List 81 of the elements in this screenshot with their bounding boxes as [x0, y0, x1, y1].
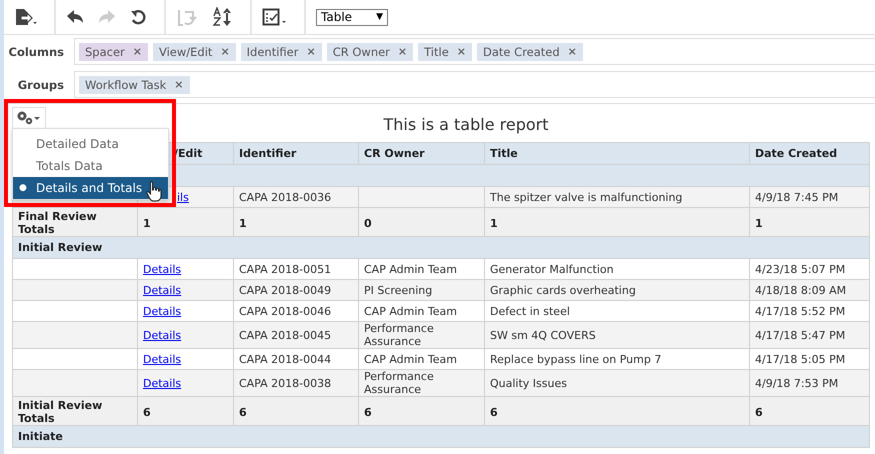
table-cell: Graphic cards overheating: [484, 280, 750, 300]
table-cell: Performance Assurance: [358, 322, 484, 348]
table-cell: Defect in steel: [484, 300, 750, 322]
remove-icon[interactable]: ×: [456, 45, 466, 58]
total-cell: 1: [750, 208, 870, 236]
total-cell: 6: [138, 396, 234, 426]
menu-item[interactable]: ● Details and Totals: [13, 177, 168, 199]
details-link[interactable]: ils: [177, 190, 189, 204]
table-cell: CAPA 2018-0046: [234, 300, 358, 322]
totals-label: Final Review Totals: [12, 208, 138, 236]
table-cell: SW sm 4Q COVERS: [484, 322, 750, 348]
table-cell: 4/9/18 7:53 PM: [750, 370, 870, 396]
reset-icon[interactable]: [130, 8, 148, 26]
total-cell: 6: [750, 396, 870, 426]
table-cell: Quality Issues: [484, 370, 750, 396]
details-link[interactable]: Details: [143, 284, 182, 296]
table-cell: PI Screening: [358, 280, 484, 300]
chip[interactable]: Date Created ×: [477, 42, 583, 60]
details-link[interactable]: Details: [143, 262, 182, 276]
chip-field[interactable]: Spacer × View/Edit × Identifier × CR Owner × Title × Date Created ×: [74, 38, 875, 65]
undo-icon[interactable]: [66, 9, 84, 25]
totals-label: Initial Review Totals: [12, 396, 138, 426]
table-cell: Replace bypass line on Pump 7: [484, 348, 750, 370]
table-cell: 4/23/18 5:07 PM: [750, 258, 870, 280]
table-cell: CAPA 2018-0045: [234, 322, 358, 348]
table-cell: Performance Assurance: [358, 370, 484, 396]
table-cell: The spitzer valve is malfunctioning: [484, 186, 750, 208]
chip[interactable]: Title ×: [418, 42, 472, 60]
table-cell: 4/18/18 8:09 AM: [750, 280, 870, 300]
table-cell: CAP Admin Team: [358, 300, 484, 322]
bar-label: Groups: [16, 78, 65, 92]
total-cell: 1: [234, 208, 358, 236]
remove-icon[interactable]: ×: [220, 45, 230, 58]
group-row: Initial Review: [12, 236, 870, 258]
gear-icon: [16, 110, 42, 126]
total-cell: 6: [234, 396, 358, 426]
table-cell: CAPA 2018-0036: [234, 186, 358, 208]
total-cell: 6: [484, 396, 750, 426]
chip[interactable]: CR Owner ×: [326, 42, 414, 60]
remove-icon[interactable]: ×: [306, 45, 316, 58]
total-cell: 1: [484, 208, 750, 236]
details-link[interactable]: Details: [143, 304, 182, 318]
checklist-icon[interactable]: [262, 8, 288, 26]
table-cell: 4/17/18 5:47 PM: [750, 322, 870, 348]
remove-icon[interactable]: ×: [174, 78, 184, 91]
table-cell: CAPA 2018-0044: [234, 348, 358, 370]
details-link[interactable]: Details: [143, 328, 182, 342]
settings-button[interactable]: [12, 107, 46, 128]
chip-field[interactable]: Workflow Task ×: [74, 71, 875, 98]
table-cell: 4/9/18 7:45 PM: [750, 186, 870, 208]
bar-label: Columns: [8, 44, 65, 58]
column-header: Title: [484, 142, 750, 164]
remove-icon[interactable]: ×: [568, 45, 577, 58]
total-cell: 6: [358, 396, 484, 426]
chip[interactable]: Workflow Task ×: [79, 76, 190, 94]
details-link[interactable]: Details: [143, 352, 182, 366]
table-cell: Generator Malfunction: [484, 258, 750, 280]
chip[interactable]: Spacer ×: [79, 42, 148, 60]
group-row: Initiate: [12, 426, 870, 448]
chip[interactable]: View/Edit ×: [153, 42, 236, 60]
details-link[interactable]: Details: [143, 376, 182, 390]
table-cell: 4/17/18 5:52 PM: [750, 300, 870, 322]
table-cell: CAPA 2018-0038: [234, 370, 358, 396]
remove-icon[interactable]: ×: [398, 45, 408, 58]
table-cell: CAP Admin Team: [358, 258, 484, 280]
remove-icon[interactable]: ×: [132, 45, 142, 58]
bullet-icon: ●: [19, 183, 27, 193]
table-cell: 4/17/18 5:05 PM: [750, 348, 870, 370]
column-header: Identifier: [234, 142, 358, 164]
column-header: Date Created: [750, 142, 870, 164]
chip[interactable]: Identifier ×: [240, 42, 322, 60]
total-cell: 0: [358, 208, 484, 236]
export-icon[interactable]: [14, 8, 38, 26]
column-header: CR Owner: [358, 142, 484, 164]
total-cell: 1: [138, 208, 234, 236]
table-cell: CAPA 2018-0051: [234, 258, 358, 280]
report-title: This is a table report: [382, 114, 550, 136]
table-cell: CAP Admin Team: [358, 348, 484, 370]
sort-icon[interactable]: [212, 7, 234, 27]
view-select[interactable]: Table ▼: [316, 8, 388, 26]
table-cell: CAPA 2018-0049: [234, 280, 358, 300]
